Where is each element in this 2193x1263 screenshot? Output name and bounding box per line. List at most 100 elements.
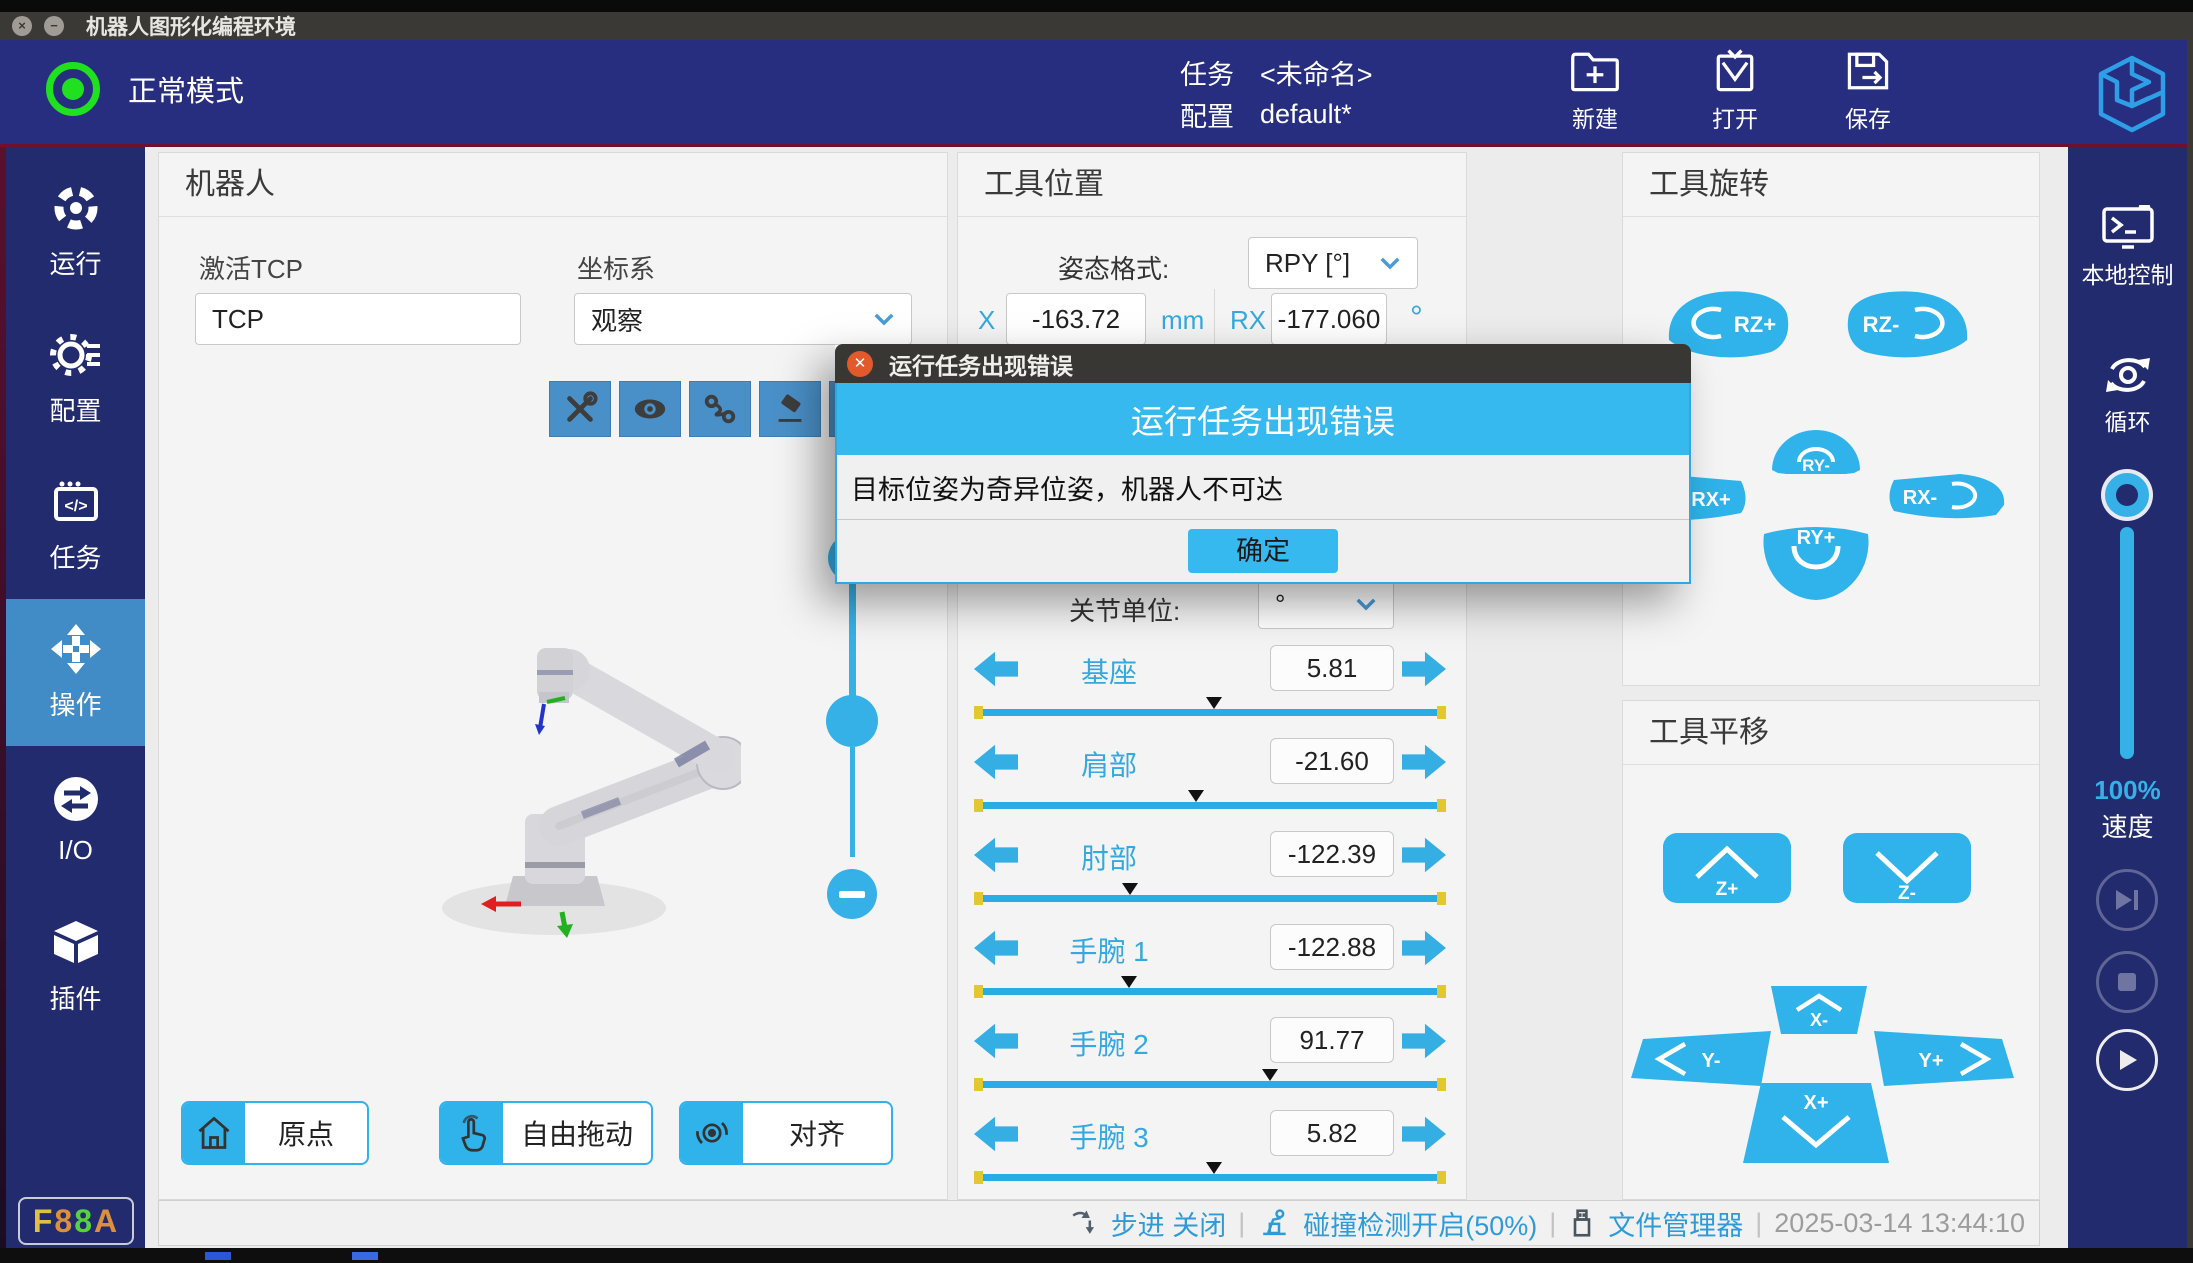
viewport-zoom-knob[interactable] (826, 695, 878, 747)
sidebar-item-config[interactable]: 配置 (6, 305, 145, 452)
cycle-button[interactable]: 循环 (2068, 352, 2187, 437)
step-forward-button[interactable] (2096, 869, 2158, 931)
jog-rz-minus-button[interactable]: RZ- (1845, 288, 1973, 360)
mode-indicator-icon (46, 62, 100, 116)
jog-y-minus-button[interactable]: Y- (1631, 1031, 1771, 1086)
joint-slider-marker (1206, 1162, 1222, 1174)
tools-button[interactable] (549, 381, 611, 437)
joint-slider-track[interactable] (974, 1174, 1446, 1181)
jog-rx-minus-button[interactable]: RX- (1886, 471, 2008, 521)
joint-plus-arrow[interactable] (1402, 649, 1446, 689)
x-axis-label: X (978, 305, 995, 336)
joint-value-input[interactable]: -122.88 (1270, 924, 1394, 970)
free-drag-button[interactable]: 自由拖动 (439, 1101, 653, 1165)
joint-slider-track[interactable] (974, 802, 1446, 809)
joint-plus-arrow[interactable] (1402, 928, 1446, 968)
file-manager-icon (1568, 1207, 1596, 1239)
jog-y-plus-button[interactable]: Y+ (1869, 1031, 2014, 1086)
open-task-button[interactable]: 打开 (1685, 48, 1785, 134)
align-button[interactable]: 对齐 (679, 1101, 893, 1165)
joint-value-input[interactable]: 5.82 (1270, 1110, 1394, 1156)
rx-value-input[interactable]: -177.060 (1271, 293, 1387, 345)
desktop-top-strip (0, 0, 2193, 12)
active-tcp-input[interactable]: TCP (195, 293, 521, 345)
sidebar-item-plugin[interactable]: 插件 (6, 893, 145, 1040)
sidebar-item-task[interactable]: </> 任务 (6, 452, 145, 599)
sidebar-item-io[interactable]: I/O (6, 746, 145, 893)
jog-x-minus-button[interactable]: X- (1769, 986, 1869, 1034)
play-button[interactable] (2096, 1029, 2158, 1091)
joint-slider-track[interactable] (974, 1081, 1446, 1088)
joint-minus-arrow[interactable] (974, 1114, 1018, 1154)
local-control-label: 本地控制 (2068, 256, 2187, 290)
path-button[interactable] (689, 381, 751, 437)
eraser-button[interactable] (759, 381, 821, 437)
joint-minus-arrow[interactable] (974, 928, 1018, 968)
joint-minus-arrow[interactable] (974, 649, 1018, 689)
speed-slider-track[interactable] (2120, 527, 2134, 759)
jog-ry-minus-button[interactable]: RY- (1768, 428, 1864, 474)
active-tcp-value: TCP (212, 304, 264, 335)
file-manager-link[interactable]: 文件管理器 (1608, 1204, 1743, 1243)
config-label: 配置 (1180, 95, 1234, 134)
joint-value-input[interactable]: -122.39 (1270, 831, 1394, 877)
window-minimize-button[interactable]: − (44, 16, 64, 36)
joint-plus-arrow[interactable] (1402, 742, 1446, 782)
joint-name: 肘部 (1044, 837, 1174, 877)
sidebar-item-run[interactable]: 运行 (6, 158, 145, 305)
joint-slider-track[interactable] (974, 988, 1446, 995)
viewport-zoom-track[interactable] (849, 582, 856, 700)
joint-minus-arrow[interactable] (974, 742, 1018, 782)
jog-ry-plus-button[interactable]: RY+ (1758, 518, 1874, 604)
eye-button[interactable] (619, 381, 681, 437)
save-task-button[interactable]: 保存 (1818, 48, 1918, 134)
joint-slider-marker (1188, 790, 1204, 802)
new-task-button[interactable]: 新建 (1545, 48, 1645, 134)
sidebar-item-operate[interactable]: 操作 (6, 599, 145, 746)
joint-name: 手腕 1 (1044, 930, 1174, 970)
step-mode-status[interactable]: 步进 关闭 (1111, 1204, 1227, 1243)
chevron-down-icon (1355, 597, 1377, 611)
joint-plus-arrow[interactable] (1402, 1114, 1446, 1154)
joint-plus-arrow[interactable] (1402, 835, 1446, 875)
x-unit-label: mm (1161, 305, 1204, 336)
joint-value-input[interactable]: -21.60 (1270, 738, 1394, 784)
badge-char: A (94, 1203, 119, 1240)
x-value-input[interactable]: -163.72 (1006, 293, 1146, 345)
badge-char: F (33, 1203, 55, 1240)
dialog-close-button[interactable]: ✕ (847, 351, 873, 377)
chevron-down-icon (1379, 256, 1401, 270)
pose-format-select[interactable]: RPY [°] (1248, 237, 1418, 289)
save-icon (1842, 48, 1894, 94)
jog-x-plus-button[interactable]: X+ (1743, 1083, 1889, 1163)
joint-minus-arrow[interactable] (974, 835, 1018, 875)
joint-value-input[interactable]: 91.77 (1270, 1017, 1394, 1063)
robot-3d-viewport[interactable] (401, 598, 741, 958)
svg-text:X+: X+ (1803, 1092, 1828, 1114)
joint-list: 基座 5.81 肩部 -21.60 肘部 -122.39 (974, 645, 1446, 1203)
joint-unit-select[interactable]: ° (1258, 579, 1394, 629)
jog-z-plus-button[interactable]: Z+ (1663, 833, 1791, 903)
joint-plus-arrow[interactable] (1402, 1021, 1446, 1061)
cube-icon (50, 917, 102, 969)
stop-button[interactable] (2096, 951, 2158, 1013)
joint-slider-track[interactable] (974, 895, 1446, 902)
svg-text:</>: </> (64, 498, 87, 515)
dialog-ok-button[interactable]: 确定 (1188, 529, 1338, 573)
joint-slider-track[interactable] (974, 709, 1446, 716)
jog-z-minus-button[interactable]: Z- (1843, 833, 1971, 903)
local-control-button[interactable]: 本地控制 (2068, 205, 2187, 290)
joint-name: 肩部 (1044, 744, 1174, 784)
viewport-zoom-track[interactable] (850, 747, 855, 857)
home-button[interactable]: 原点 (181, 1101, 369, 1165)
joint-value-input[interactable]: 5.81 (1270, 645, 1394, 691)
viewport-zoom-out-button[interactable] (827, 869, 877, 919)
move-arrows-icon (50, 623, 102, 675)
speed-slider-knob[interactable] (2105, 473, 2149, 517)
collision-detect-status[interactable]: 碰撞检测开启(50%) (1303, 1204, 1537, 1243)
joint-minus-arrow[interactable] (974, 1021, 1018, 1061)
window-close-button[interactable]: × (12, 16, 32, 36)
task-config-block: 任务 <未命名> 配置 default* (1180, 51, 1373, 135)
free-drag-label: 自由拖动 (503, 1103, 651, 1163)
frame-select[interactable]: 观察 (574, 293, 912, 345)
